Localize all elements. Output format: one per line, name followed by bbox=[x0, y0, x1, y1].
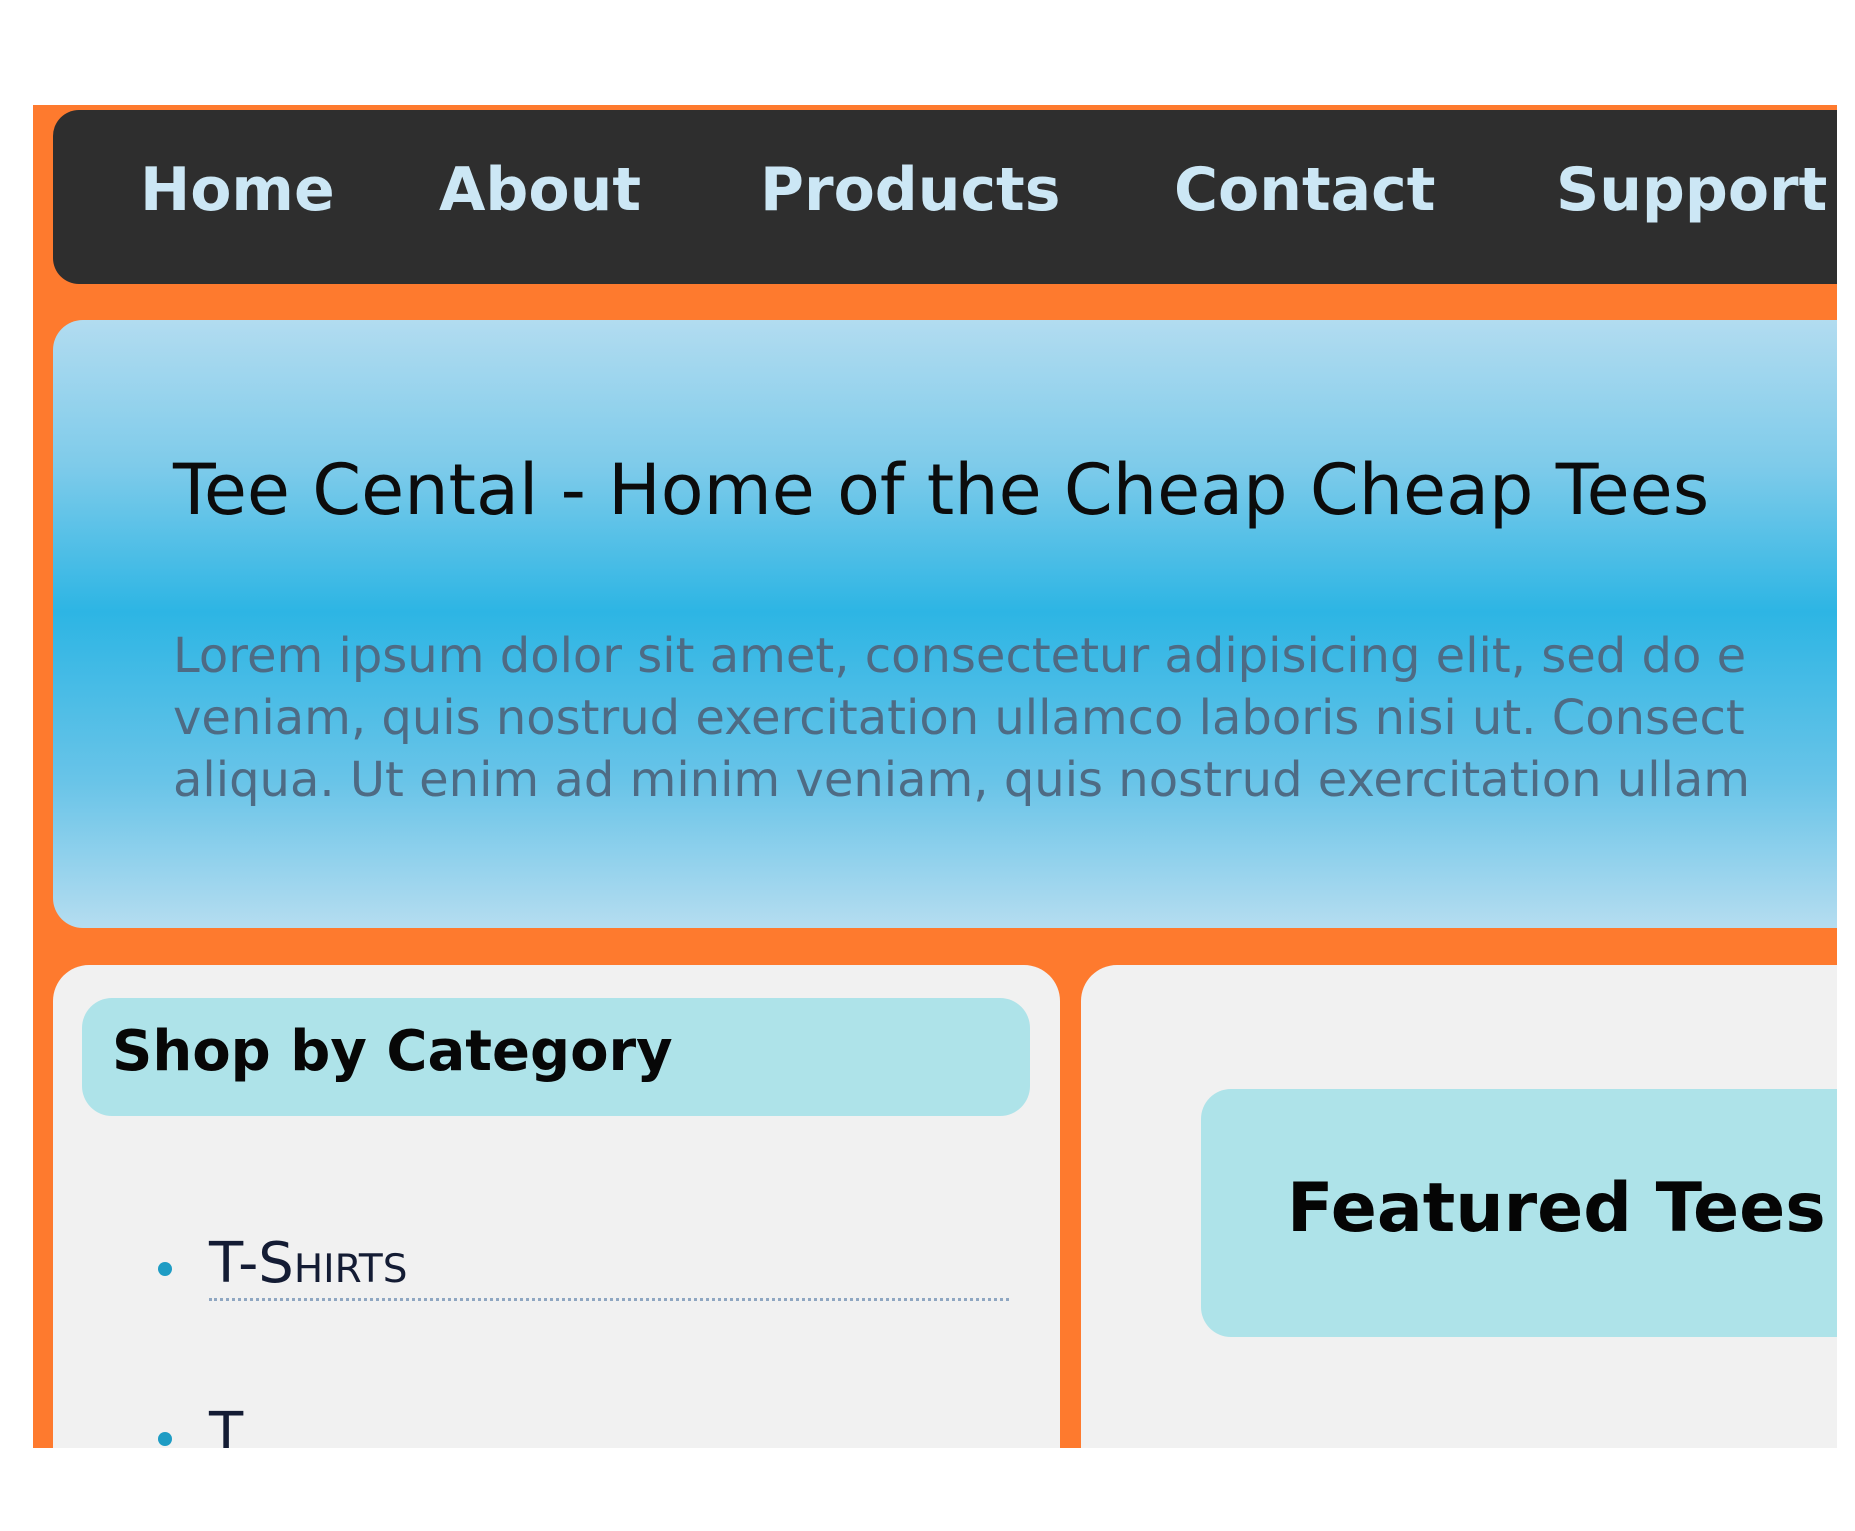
category-link-t-shirts[interactable]: T-Shirts bbox=[209, 1230, 1009, 1301]
bullet-icon bbox=[158, 1432, 172, 1446]
nav-link-home[interactable]: Home bbox=[140, 160, 335, 220]
nav-link-contact[interactable]: Contact bbox=[1174, 160, 1435, 220]
hero-description-line: veniam, quis nostrud exercitation ullamc… bbox=[173, 690, 1745, 746]
hero-description-line: aliqua. Ut enim ad minim veniam, quis no… bbox=[173, 752, 1751, 808]
sidebar-heading-box: Shop by Category bbox=[82, 998, 1030, 1116]
hero-title: Tee Cental - Home of the Cheap Cheap Tee… bbox=[173, 449, 1710, 531]
list-item: T bbox=[158, 1400, 1011, 1448]
hero-description-line: Lorem ipsum dolor sit amet, consectetur … bbox=[173, 628, 1747, 684]
nav-link-products[interactable]: Products bbox=[760, 160, 1060, 220]
page-frame: Home About Products Contact Support Tee … bbox=[33, 105, 1837, 1448]
bullet-icon bbox=[158, 1262, 172, 1276]
sidebar-heading: Shop by Category bbox=[112, 1019, 673, 1084]
hero-banner: Tee Cental - Home of the Cheap Cheap Tee… bbox=[53, 320, 1837, 928]
main-content-panel: Featured Tees bbox=[1081, 965, 1837, 1448]
nav-link-support[interactable]: Support bbox=[1556, 160, 1827, 220]
hero-description: Lorem ipsum dolor sit amet, consectetur … bbox=[173, 625, 1837, 811]
category-sidebar: Shop by Category bbox=[53, 965, 1060, 1448]
category-link-second[interactable]: T bbox=[209, 1400, 1009, 1448]
featured-heading-box: Featured Tees bbox=[1201, 1089, 1837, 1337]
list-item: T-Shirts bbox=[158, 1230, 1011, 1301]
main-navigation: Home About Products Contact Support bbox=[53, 110, 1837, 284]
featured-heading: Featured Tees bbox=[1287, 1169, 1826, 1248]
nav-link-about[interactable]: About bbox=[439, 160, 641, 220]
